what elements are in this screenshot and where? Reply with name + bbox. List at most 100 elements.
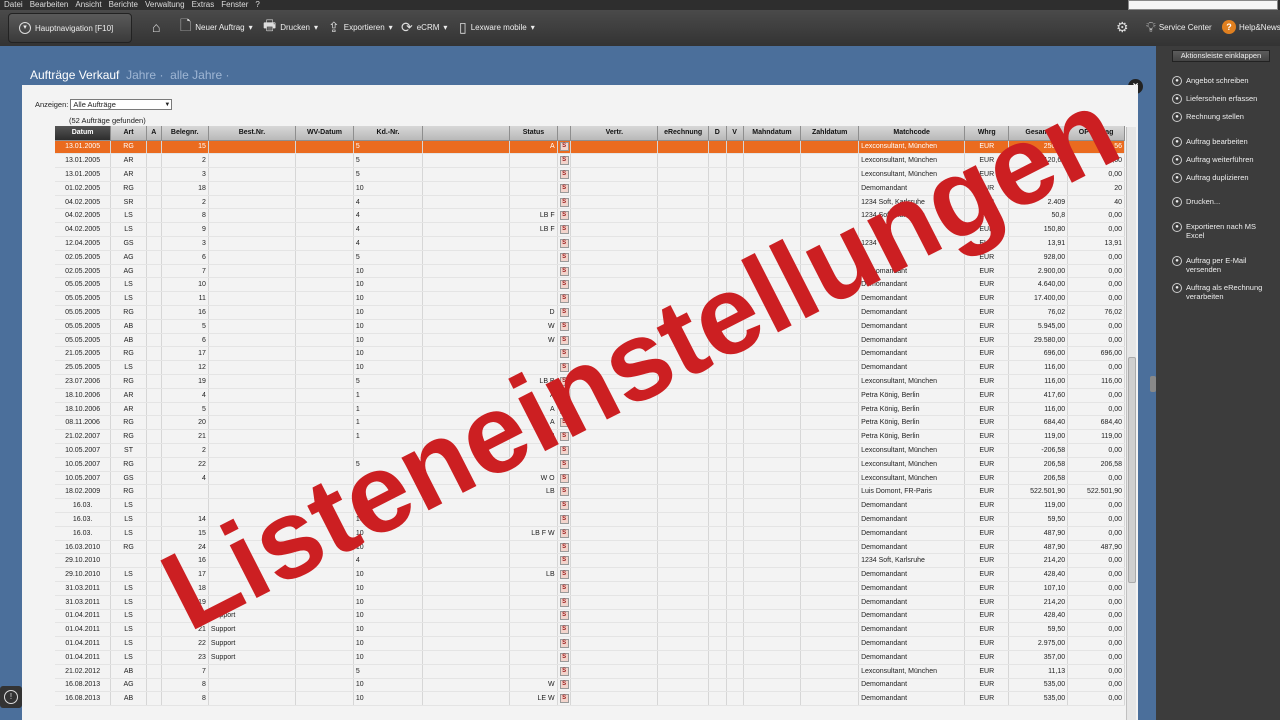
column-header[interactable]: Status bbox=[509, 126, 558, 141]
table-row[interactable]: 16.03.2010 RG 24 10 S Demomandant EUR 487,90 487… bbox=[55, 540, 1125, 555]
table-row[interactable]: 16.08.2013 AG 8 10 W S Demomandant EUR 535,00 0,0… bbox=[55, 678, 1125, 693]
status-icon[interactable]: S bbox=[559, 363, 569, 373]
table-row[interactable]: 18.02.2009 RG 3 LB S Luis Domont, FR-Paris EUR… bbox=[55, 484, 1125, 500]
table-row[interactable]: 01.04.2011 LS 22 Support 10 S Demomandant EUR 2.… bbox=[55, 636, 1125, 651]
sidebar-item-weiterfuehren[interactable]: ● Auftrag weiterführen bbox=[1172, 155, 1276, 165]
status-icon[interactable]: S bbox=[559, 390, 569, 400]
table-row[interactable]: 18.10.2006 AR 5 1 A S Petra König, Berlin EUR 11… bbox=[55, 402, 1125, 417]
status-icon[interactable]: S bbox=[559, 280, 569, 290]
column-header[interactable]: Art bbox=[110, 126, 147, 141]
table-row[interactable]: 16.03. LS 14 10 S Demomandant EUR 59,50 0,00 bbox=[55, 512, 1125, 527]
table-row[interactable]: 21.05.2005 RG 17 10 S Demomandant EUR 696,00 696… bbox=[55, 346, 1125, 362]
menu-datei[interactable]: Datei bbox=[0, 0, 26, 10]
table-row[interactable]: 10.05.2007 GS 4 W O S Lexconsultant, München E… bbox=[55, 471, 1125, 486]
column-header[interactable] bbox=[557, 126, 572, 141]
status-icon[interactable]: S bbox=[559, 487, 569, 497]
column-header[interactable]: Kd.-Nr. bbox=[353, 126, 424, 141]
table-row[interactable]: 01.02.2005 RG 18 10 S Demomandant EUR 20 bbox=[55, 181, 1125, 196]
column-header[interactable]: eRechnung bbox=[657, 126, 709, 141]
table-row[interactable]: 21.02.2012 AB 7 5 S Lexconsultant, München EUR… bbox=[55, 664, 1125, 679]
table-row[interactable]: 12.04.2005 GS 3 4 S 1234 EUR 13,91 13,91 bbox=[55, 236, 1125, 251]
breadcrumb-alle-jahre[interactable]: alle Jahre · bbox=[167, 68, 229, 82]
status-icon[interactable]: S bbox=[559, 294, 569, 304]
sidebar-item-email[interactable]: ● Auftrag per E-Mail versenden bbox=[1172, 256, 1276, 274]
table-row[interactable]: 01.04.2011 LS 21 Support 10 S Demomandant EUR 59… bbox=[55, 622, 1125, 638]
status-icon[interactable]: S bbox=[559, 252, 569, 262]
table-row[interactable]: 10.05.2007 ST 2 S Lexconsultant, München EUR -… bbox=[55, 443, 1125, 458]
filter-select[interactable]: Alle Aufträge ▼ bbox=[70, 99, 173, 110]
table-row[interactable]: 05.05.2005 RG 16 10 D S Demomandant EUR 76,02 76,… bbox=[55, 305, 1125, 320]
column-header[interactable]: Zahldatum bbox=[800, 126, 860, 141]
lexware-mobile-button[interactable]: ▯ Lexware mobile ▾ bbox=[459, 16, 535, 38]
column-header[interactable]: Best.Nr. bbox=[208, 126, 297, 141]
column-header[interactable]: Datum bbox=[55, 126, 112, 141]
sidebar-item-erechnung[interactable]: ● Auftrag als eRechnung verarbeiten bbox=[1172, 283, 1276, 301]
table-row[interactable]: 13.01.2005 RG 15 5 A S Lexconsultant, München E… bbox=[55, 140, 1125, 155]
status-icon[interactable]: S bbox=[559, 680, 569, 690]
table-row[interactable]: 29.10.2010 16 4 S 1234 Soft, Karlsruhe EUR 214… bbox=[55, 553, 1125, 569]
table-row[interactable]: 04.02.2005 SR 2 4 S 1234 Soft, Karlsruhe EUR 2.… bbox=[55, 195, 1125, 210]
status-icon[interactable]: S bbox=[559, 570, 569, 580]
status-icon[interactable]: S bbox=[559, 376, 569, 386]
table-row[interactable]: 29.10.2010 LS 17 10 LB S Demomandant EUR 428,40 0… bbox=[55, 567, 1125, 582]
table-row[interactable]: 04.02.2005 LS 9 4 LB F S EUR 150,80 0,00 bbox=[55, 222, 1125, 238]
exportieren-button[interactable]: ⇪ Exportieren ▾ bbox=[328, 16, 393, 38]
status-icon[interactable]: S bbox=[559, 169, 569, 179]
status-icon[interactable]: S bbox=[559, 238, 569, 248]
sidebar-item-rechnung[interactable]: ● Rechnung stellen bbox=[1172, 112, 1276, 122]
column-header[interactable]: OP-Betrag bbox=[1067, 126, 1125, 141]
status-icon[interactable]: S bbox=[559, 432, 569, 442]
hauptnavigation-button[interactable]: ▾ Hauptnavigation [F10] bbox=[8, 13, 132, 43]
menu-berichte[interactable]: Berichte bbox=[105, 0, 141, 10]
ecrm-button[interactable]: ⟳ eCRM ▾ bbox=[401, 16, 447, 38]
info-button[interactable]: ! bbox=[0, 686, 22, 708]
breadcrumb-jahre[interactable]: Jahre · bbox=[123, 68, 163, 82]
table-row[interactable]: 02.05.2005 AG 6 5 S EUR 928,00 0,00 bbox=[55, 250, 1125, 265]
sidebar-item-drucken[interactable]: ● Drucken... bbox=[1172, 197, 1276, 207]
status-icon[interactable]: S bbox=[559, 418, 569, 428]
column-header[interactable]: D bbox=[708, 126, 727, 141]
sidebar-item-angebot[interactable]: ● Angebot schreiben bbox=[1172, 76, 1276, 86]
menu-help[interactable]: ? bbox=[251, 0, 262, 10]
settings-button[interactable]: ⚙ bbox=[1116, 16, 1129, 38]
column-header[interactable] bbox=[422, 126, 511, 141]
menu-fenster[interactable]: Fenster bbox=[217, 0, 251, 10]
status-icon[interactable]: S bbox=[559, 321, 569, 331]
table-row[interactable]: 02.05.2005 AG 7 10 S Demomandant EUR 2.900,00 0,… bbox=[55, 264, 1125, 279]
status-icon[interactable]: S bbox=[559, 156, 569, 166]
sidebar-item-bearbeiten[interactable]: ● Auftrag bearbeiten bbox=[1172, 137, 1276, 147]
status-icon[interactable]: S bbox=[559, 183, 569, 193]
table-row[interactable]: 05.05.2005 LS 11 10 S Demomandant EUR 17.400,00… bbox=[55, 291, 1125, 307]
column-header[interactable]: A bbox=[146, 126, 162, 141]
column-header[interactable]: Mahndatum bbox=[743, 126, 802, 141]
status-icon[interactable]: S bbox=[559, 349, 569, 359]
status-icon[interactable]: S bbox=[559, 266, 569, 276]
status-icon[interactable]: S bbox=[559, 459, 569, 469]
service-center-button[interactable]: 💡︎ Service Center bbox=[1146, 16, 1212, 38]
table-row[interactable]: 21.02.2007 RG 21 1 B S Petra König, Berlin EUR 1… bbox=[55, 429, 1125, 445]
sidebar-resize-handle[interactable] bbox=[1150, 376, 1156, 392]
status-icon[interactable]: S bbox=[559, 501, 569, 511]
column-header[interactable]: Vertr. bbox=[570, 126, 659, 141]
column-header[interactable]: Gesamt bbox=[1008, 126, 1069, 141]
vertical-scrollbar[interactable] bbox=[1126, 127, 1136, 720]
table-row[interactable]: 23.07.2006 RG 19 5 LB B S Lexconsultant, Münch… bbox=[55, 374, 1125, 389]
status-icon[interactable]: S bbox=[559, 625, 569, 635]
status-icon[interactable]: S bbox=[559, 514, 569, 524]
status-icon[interactable]: S bbox=[559, 611, 569, 621]
table-row[interactable]: 10.05.2007 RG 22 5 S Lexconsultant, München EU… bbox=[55, 457, 1125, 472]
table-row[interactable]: 31.03.2011 LS 19 10 S Demomandant EUR 214,20 0,0… bbox=[55, 595, 1125, 610]
table-row[interactable]: 31.03.2011 LS 18 10 S Demomandant EUR 107,10 0,0… bbox=[55, 581, 1125, 596]
status-icon[interactable]: S bbox=[559, 211, 569, 221]
column-header[interactable]: Belegnr. bbox=[161, 126, 209, 141]
table-row[interactable]: 16.03. LS 10 S Demomandant EUR 119,00 0,00 bbox=[55, 498, 1125, 514]
quick-search-input[interactable] bbox=[1128, 0, 1278, 10]
column-header[interactable]: Whrg bbox=[964, 126, 1010, 141]
table-row[interactable]: 05.05.2005 LS 10 10 S Demomandant EUR 4.640,00 0… bbox=[55, 277, 1125, 293]
table-row[interactable]: 01.04.2011 LS 20 Support 10 S Demomandant EUR 42… bbox=[55, 609, 1125, 624]
status-icon[interactable]: S bbox=[559, 307, 569, 317]
status-icon[interactable]: S bbox=[559, 225, 569, 235]
home-button[interactable]: ⌂ bbox=[152, 16, 160, 38]
status-icon[interactable]: S bbox=[559, 694, 569, 704]
status-icon[interactable]: S bbox=[559, 597, 569, 607]
